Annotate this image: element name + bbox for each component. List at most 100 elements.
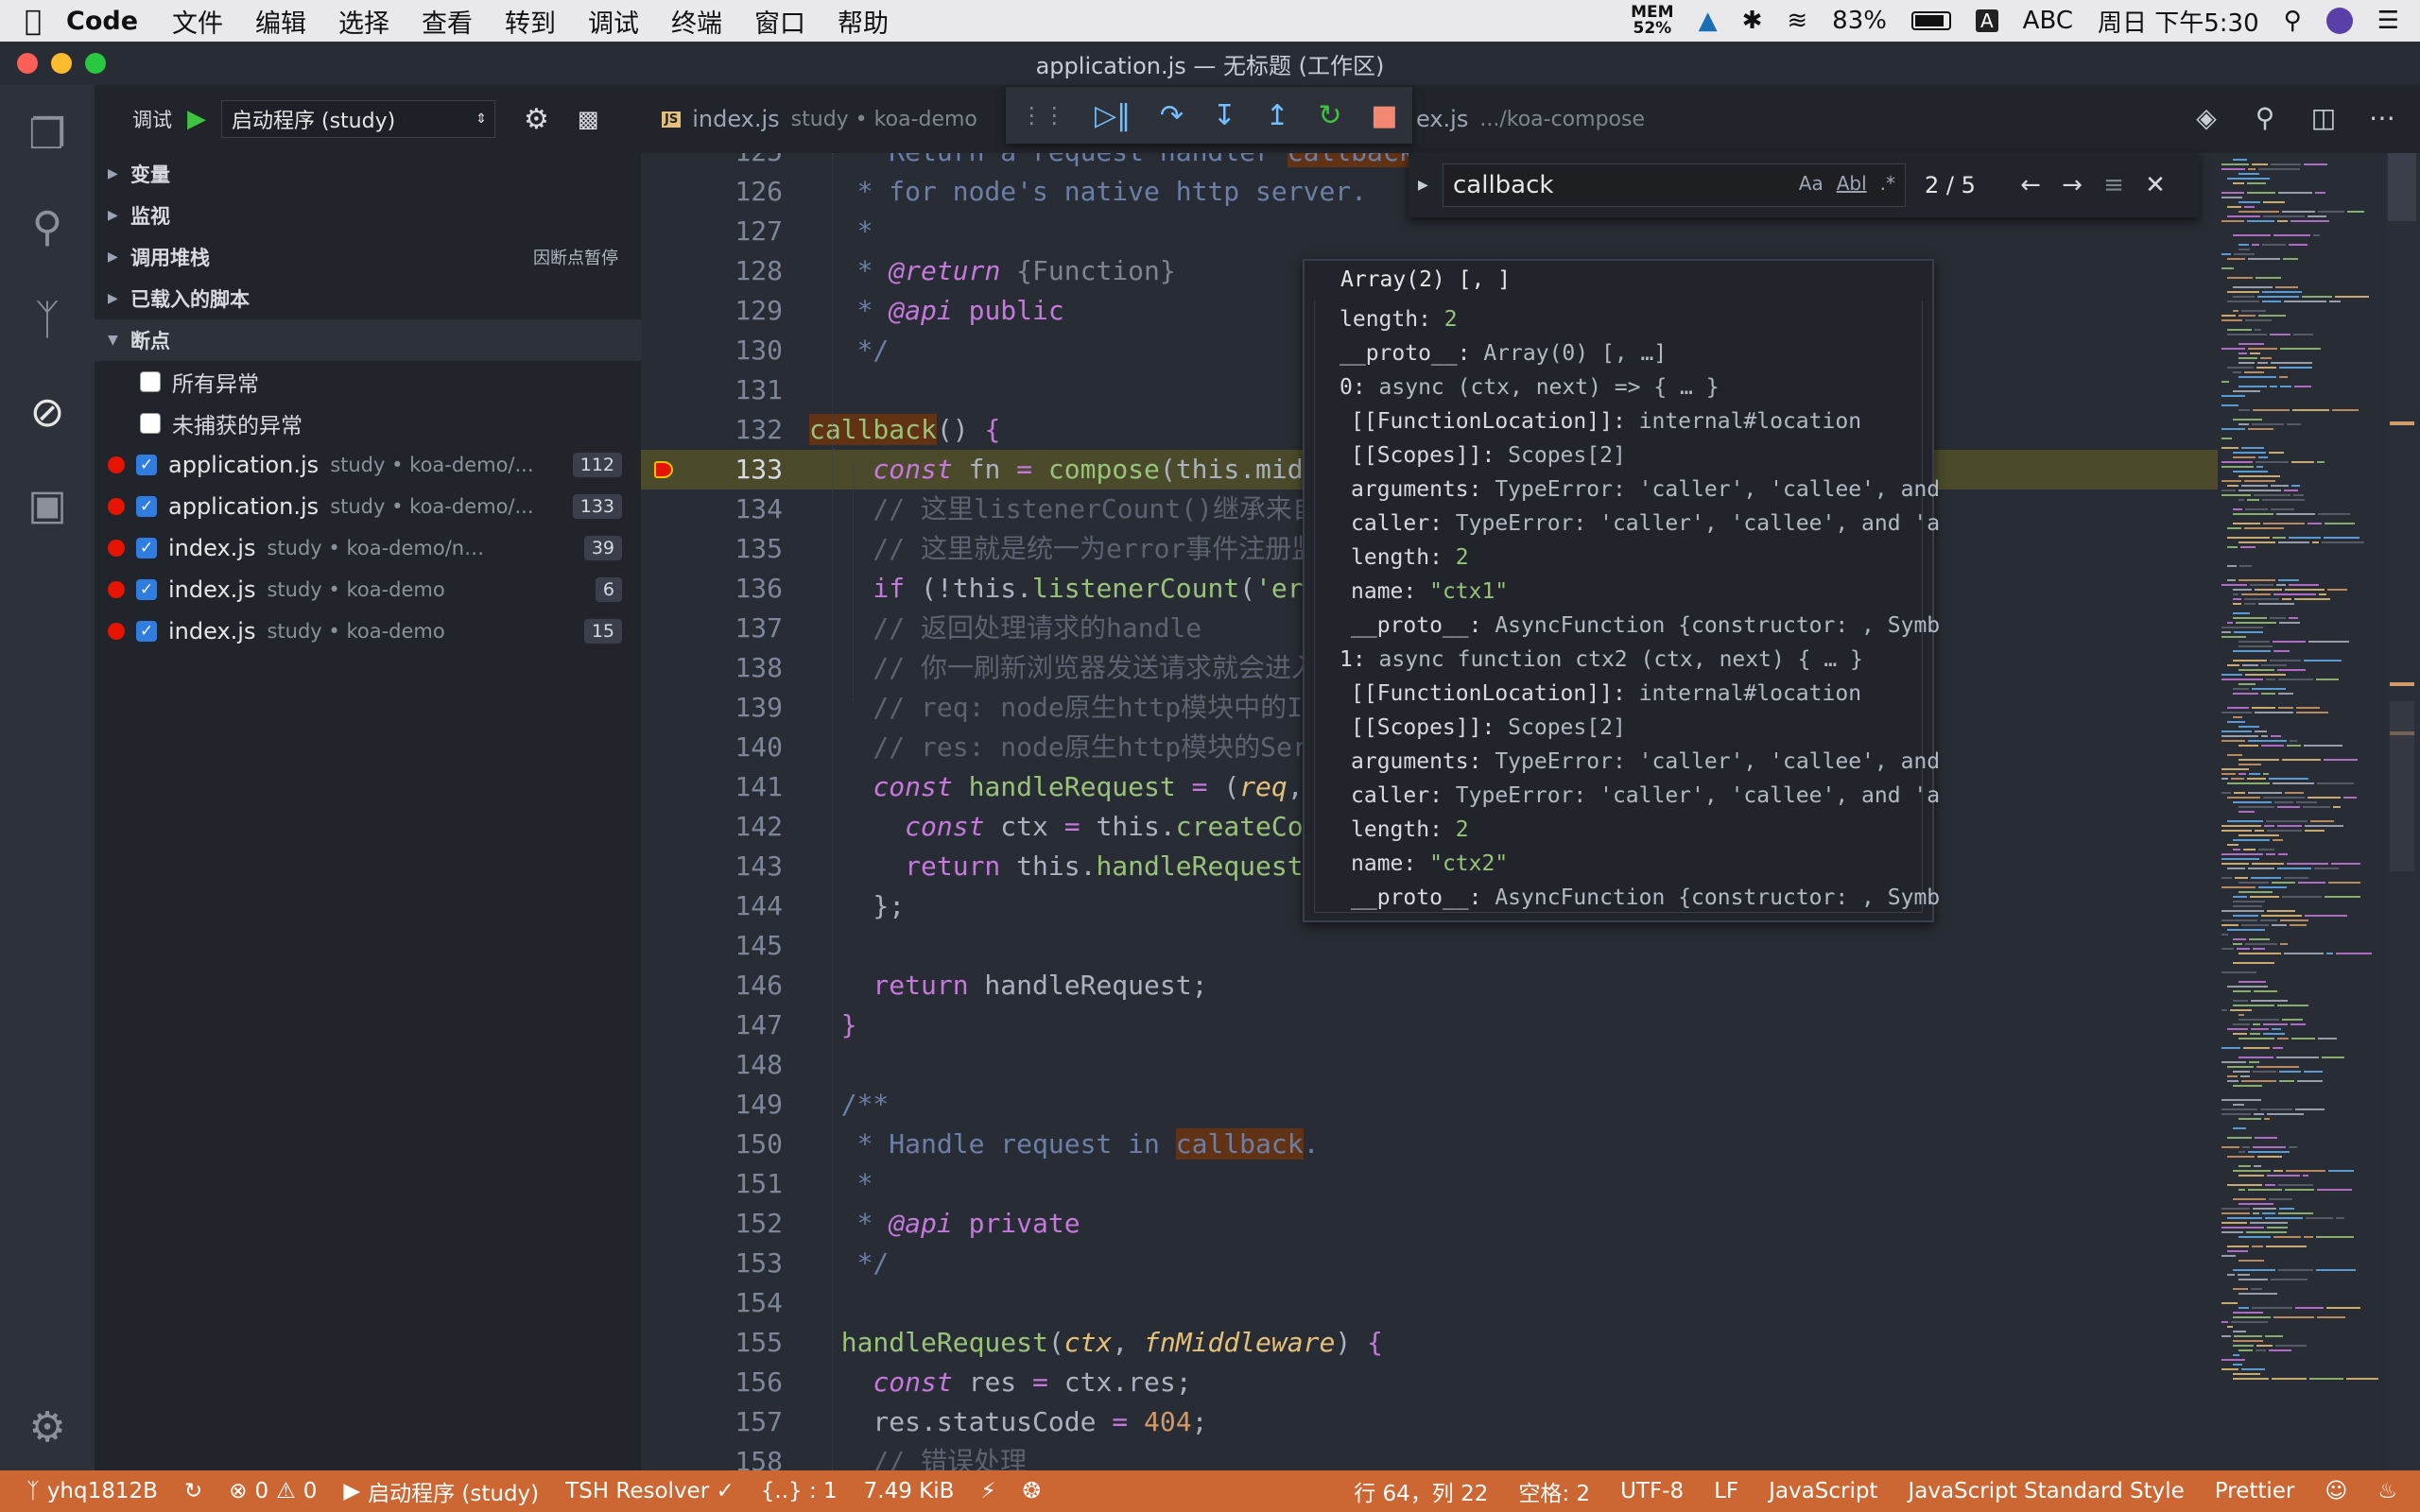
settings-gear-icon[interactable]: ⚙ [19,1399,76,1455]
line-number[interactable]: 139 [641,688,783,728]
hover-tree-row[interactable]: length: 2 [1340,302,1458,336]
breakpoint-item[interactable]: ✓ application.js study • koa-demo/... 112 [95,444,641,486]
hover-tree-row[interactable]: arguments: TypeError: 'caller', 'callee'… [1351,745,1940,779]
code-line[interactable]: 156 const res = ctx.res; [641,1363,2218,1402]
line-number[interactable]: 131 [641,370,783,410]
input-method[interactable]: ABC [2023,7,2073,35]
line-number[interactable]: 144 [641,886,783,926]
notification-bell-icon[interactable]: ♨ [2377,1479,2397,1503]
status-resolver[interactable]: TSH Resolver ✓ [565,1479,735,1503]
hover-tree-row[interactable]: arguments: TypeError: 'caller', 'callee'… [1351,472,1940,507]
step-out-icon[interactable]: ↥ [1266,99,1289,132]
debug-settings-gear-icon[interactable]: ⚙ [524,103,549,136]
line-number[interactable]: 128 [641,251,783,291]
drag-handle-icon[interactable]: ⋮⋮ [1020,102,1065,129]
line-number[interactable]: 140 [641,728,783,767]
code-line[interactable]: 155 handleRequest(ctx, fnMiddleware) { [641,1323,2218,1363]
open-preview-icon[interactable]: ⚲ [2246,102,2284,140]
line-number[interactable]: 158 [641,1442,783,1470]
status-problems[interactable]: ⊗ 0 ⚠ 0 [229,1479,317,1503]
menu-window[interactable]: 窗口 [754,3,805,40]
hover-tree-row[interactable]: length: 2 [1351,813,1469,847]
git-compare-icon[interactable]: ◈ [2187,102,2225,140]
step-into-icon[interactable]: ↧ [1213,99,1236,132]
status-lightning-icon[interactable]: ⚡ [980,1479,995,1503]
status-language[interactable]: JavaScript [1769,1479,1877,1503]
section-callstack[interactable]: ▶ 调用堆栈 因断点暂停 [95,236,641,278]
line-number[interactable]: 136 [641,569,783,609]
section-breakpoints[interactable]: ▼ 断点 [95,319,641,361]
tab-compose-js[interactable]: ex.js .../koa-compose [1416,85,1645,153]
hover-tree-row[interactable]: length: 2 [1351,541,1469,575]
line-number[interactable]: 132 [641,410,783,450]
extensions-icon[interactable]: ▣ [19,476,76,533]
status-linter-style[interactable]: JavaScript Standard Style [1908,1479,2184,1503]
code-line[interactable]: 149 /** [641,1085,2218,1125]
bluetooth-icon[interactable]: ✱ [1742,7,1763,35]
line-number[interactable]: 135 [641,529,783,569]
debug-icon[interactable]: ⊘ [19,384,76,440]
hover-tree-row[interactable]: ▶__proto__: Array(0) [, …] [1340,336,1667,370]
status-live-share-icon[interactable]: ❂ [1023,1479,1041,1503]
status-branch[interactable]: ᛉ yhq1812B [26,1479,158,1503]
code-line[interactable]: 157 res.statusCode = 404; [641,1402,2218,1442]
code-line[interactable]: 145 [641,926,2218,966]
apple-icon[interactable]:  [0,5,66,38]
breakpoint-checkbox[interactable]: ✓ [136,455,157,475]
line-number[interactable]: 129 [641,291,783,331]
status-cursor-position[interactable]: 行 64，列 22 [1354,1475,1488,1507]
line-number[interactable]: 126 [641,172,783,212]
line-number[interactable]: 154 [641,1283,783,1323]
code-line[interactable]: 127 * [641,212,2218,251]
line-number[interactable]: 150 [641,1125,783,1164]
code-line[interactable]: 146 return handleRequest; [641,966,2218,1005]
minimap[interactable] [2218,153,2386,1470]
find-in-selection-icon[interactable]: ≡ [2093,171,2135,199]
hover-tree-row[interactable]: ▼0: async (ctx, next) => { … } [1340,370,1720,404]
line-number[interactable]: 143 [641,847,783,886]
breakpoint-checkbox[interactable]: ✓ [136,621,157,642]
hover-tree-row[interactable]: [[FunctionLocation]]: internal#location [1351,404,1861,438]
line-number[interactable]: 145 [641,926,783,966]
next-match-icon[interactable]: → [2051,171,2093,199]
debug-console-icon[interactable]: ▩ [578,106,599,132]
line-number[interactable]: 146 [641,966,783,1005]
hover-tree-row[interactable]: name: "ctx1" [1351,575,1508,609]
breakpoint-item[interactable]: ✓ index.js study • koa-demo 15 [95,610,641,652]
current-breakpoint-icon[interactable] [654,461,673,478]
code-line[interactable]: 158 // 错误处理 [641,1442,2218,1470]
hover-tree-row[interactable]: ▶__proto__: AsyncFunction {constructor: … [1351,881,1940,915]
line-number[interactable]: 152 [641,1204,783,1244]
breakpoint-checkbox[interactable]: ✓ [136,496,157,517]
checkbox-uncaught-exceptions[interactable] [140,413,161,434]
status-file-size[interactable]: 7.49 KiB [864,1479,955,1503]
spotlight-search-icon[interactable]: ⚲ [2284,7,2302,35]
feedback-smiley-icon[interactable]: ☺ [2325,1479,2347,1503]
menu-file[interactable]: 文件 [172,3,223,40]
line-number[interactable]: 142 [641,807,783,847]
line-number[interactable]: 156 [641,1363,783,1402]
breakpoint-item[interactable]: ✓ index.js study • koa-demo 6 [95,569,641,610]
exception-option[interactable]: 未捕获的异常 [95,403,641,444]
code-line[interactable]: 154 [641,1283,2218,1323]
status-debug-config[interactable]: ▶ 启动程序 (study) [343,1475,539,1507]
line-number[interactable]: 137 [641,609,783,648]
continue-icon[interactable]: ▷‖ [1095,99,1131,132]
step-over-icon[interactable]: ↷ [1160,99,1184,132]
siri-icon[interactable] [2325,8,2353,34]
line-number[interactable]: 130 [641,331,783,370]
close-find-icon[interactable]: ✕ [2135,171,2176,199]
more-actions-icon[interactable]: ⋯ [2363,102,2401,140]
find-input[interactable]: callback Aa Abl .* [1443,163,1906,207]
tab-index-js[interactable]: JS index.js study • koa-demo [662,85,977,153]
checkbox-all-exceptions[interactable] [140,371,161,392]
menu-terminal[interactable]: 终端 [671,3,722,40]
match-case-icon[interactable]: Aa [1799,172,1824,195]
hover-tree-row[interactable]: name: "ctx2" [1351,847,1508,881]
menu-help[interactable]: 帮助 [838,3,889,40]
mem-indicator[interactable]: MEM 52% [1631,5,1673,37]
line-number[interactable]: 157 [641,1402,783,1442]
line-number[interactable]: 149 [641,1085,783,1125]
code-line[interactable]: 147 } [641,1005,2218,1045]
line-number[interactable]: 134 [641,490,783,529]
